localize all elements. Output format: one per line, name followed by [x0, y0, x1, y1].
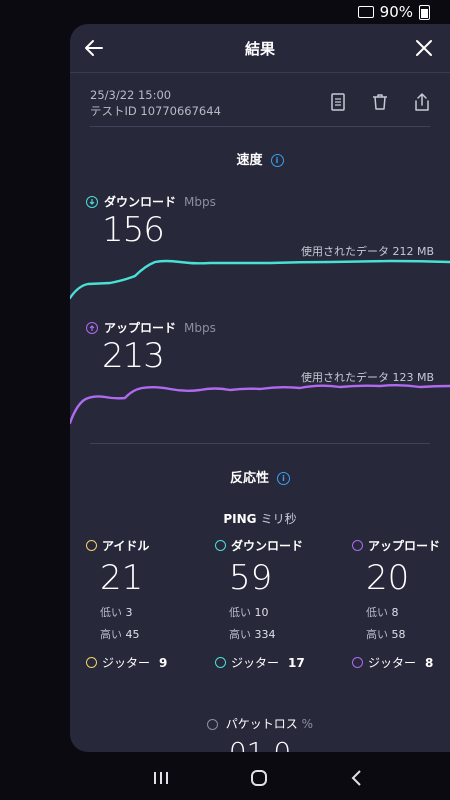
ping-column-idle: アイドル 21 低い 3 高い 45 ジッター 9 [86, 537, 206, 671]
ping-idle-header: アイドル [86, 537, 206, 554]
document-icon[interactable] [328, 92, 348, 112]
high-label: 高い [100, 628, 122, 641]
home-icon[interactable] [247, 766, 271, 790]
test-datetime: 25/3/22 15:00 [90, 88, 172, 102]
low-label: 低い [229, 606, 251, 619]
jitter-label: ジッター [102, 656, 151, 670]
speed-title-text: 速度 [236, 153, 263, 168]
responsiveness-section-title: 反応性 i [70, 467, 450, 486]
jitter-value: 8 [425, 655, 434, 670]
battery-percent: 90% [379, 3, 413, 21]
result-panel: 結果 25/3/22 15:00 テストID 10770667644 速度 i ダ… [70, 24, 450, 752]
responsiveness-title-text: 反応性 [229, 471, 269, 486]
page-title: 結果 [244, 40, 275, 58]
close-icon[interactable] [412, 36, 436, 60]
ping-upload-low: 低い 8 [366, 604, 450, 620]
packet-loss-label: パケットロス [225, 717, 298, 731]
packet-loss-unit: % [301, 717, 314, 731]
jitter-label: ジッター [231, 656, 280, 670]
trash-icon[interactable] [370, 92, 390, 112]
high-value: 45 [125, 628, 140, 641]
ping-download-jitter: ジッター 17 [215, 654, 335, 671]
ping-idle-high: 高い 45 [100, 626, 206, 642]
ping-upload-header: アップロード [352, 537, 450, 554]
ping-unit: ミリ秒 [260, 512, 297, 526]
jitter-icon [215, 657, 226, 668]
ping-download-value: 59 [229, 558, 273, 598]
low-value: 8 [391, 606, 399, 619]
speed-section-title: 速度 i [70, 149, 450, 168]
ping-column-download: ダウンロード 59 低い 10 高い 334 ジッター 17 [215, 537, 335, 671]
low-value: 3 [125, 606, 133, 619]
ping-idle-value: 21 [100, 558, 144, 598]
ping-download-header: ダウンロード [215, 537, 335, 554]
test-meta: 25/3/22 15:00 テストID 10770667644 [90, 87, 221, 119]
share-icon[interactable] [412, 92, 432, 112]
low-label: 低い [366, 606, 388, 619]
high-value: 334 [254, 628, 276, 641]
low-value: 10 [254, 606, 269, 619]
idle-icon [86, 540, 97, 551]
packet-loss-header: パケットロス % [70, 715, 450, 732]
sim-icon [357, 6, 374, 18]
low-label: 低い [100, 606, 122, 619]
ping-download-high: 高い 334 [229, 626, 335, 642]
back-nav-icon[interactable] [345, 766, 369, 790]
download-speed-value: 156 [102, 210, 165, 250]
test-id: テストID 10770667644 [90, 104, 221, 118]
ping-idle-jitter: ジッター 9 [86, 654, 206, 671]
high-label: 高い [366, 628, 388, 641]
info-icon[interactable]: i [270, 154, 284, 167]
upload-unit: Mbps [184, 320, 216, 335]
download-label: ダウンロード [104, 195, 177, 209]
ping-upload-high: 高い 58 [366, 626, 450, 642]
upload-label: アップロード [104, 321, 177, 335]
ping-upload-jitter: ジッター 8 [352, 654, 450, 671]
info-icon[interactable]: i [277, 472, 290, 485]
upload-icon [86, 321, 98, 334]
upload-graph [70, 384, 450, 425]
download-header: ダウンロード Mbps [86, 193, 216, 210]
high-value: 58 [391, 628, 406, 641]
ping-upload-label: アップロード [368, 539, 441, 553]
download-icon [86, 195, 98, 208]
ping-title: PING ミリ秒 [70, 510, 450, 527]
ping-upload-value: 20 [366, 558, 410, 598]
ping-download-label: ダウンロード [231, 539, 304, 553]
jitter-icon [86, 657, 97, 668]
ping-column-upload: アップロード 20 低い 8 高い 58 ジッター 8 [352, 537, 450, 671]
jitter-value: 9 [159, 655, 168, 670]
download-unit: Mbps [184, 194, 216, 209]
upload-header: アップロード Mbps [86, 319, 216, 336]
divider [90, 126, 430, 127]
ping-label: PING [223, 512, 257, 526]
ping-idle-low: 低い 3 [100, 604, 206, 620]
packet-loss-value: 01.0 [70, 736, 450, 752]
jitter-label: ジッター [368, 656, 417, 670]
download-graph [70, 259, 450, 300]
navigation-bar [0, 752, 450, 800]
upload-icon [352, 540, 363, 551]
packet-loss-icon [206, 719, 218, 730]
jitter-icon [352, 657, 363, 668]
ping-download-low: 低い 10 [229, 604, 335, 620]
jitter-value: 17 [288, 655, 305, 670]
ping-idle-label: アイドル [102, 539, 150, 553]
divider [90, 443, 430, 444]
status-bar: 90% [0, 0, 450, 24]
top-bar: 結果 [70, 24, 450, 73]
status-right: 90% [357, 3, 430, 21]
battery-icon [419, 4, 430, 20]
action-icons [328, 92, 432, 112]
recent-apps-icon[interactable] [149, 766, 173, 790]
high-label: 高い [229, 628, 251, 641]
download-icon [215, 540, 226, 551]
